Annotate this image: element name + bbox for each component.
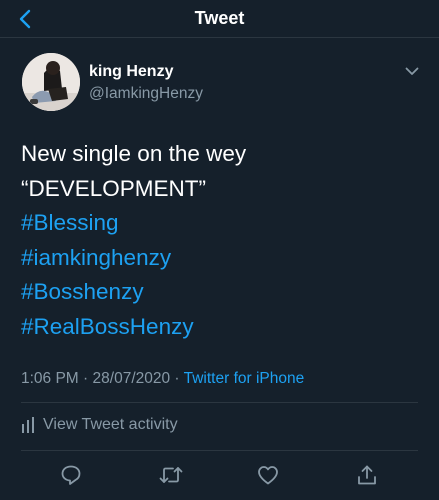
avatar[interactable] [22, 53, 80, 111]
author-name[interactable]: king Henzy [89, 62, 173, 81]
meta-separator: · [83, 370, 89, 387]
retweet-icon [159, 467, 183, 483]
hashtag-link[interactable]: #iamkinghenzy [21, 241, 421, 276]
meta-separator: · [174, 370, 180, 387]
tweet-date: 28/07/2020 [92, 370, 171, 387]
retweet-button[interactable] [158, 462, 184, 488]
reply-icon [61, 465, 81, 485]
tweet-source-link[interactable]: Twitter for iPhone [184, 370, 305, 387]
hashtag-link[interactable]: #RealBossHenzy [21, 310, 421, 345]
like-button[interactable] [255, 462, 281, 488]
top-bar: Tweet [0, 0, 439, 38]
tweet-text: New single on the wey “DEVELOPMENT” #Ble… [21, 137, 421, 344]
divider [21, 450, 418, 451]
tweet-time: 1:06 PM [21, 370, 79, 387]
hashtag-link[interactable]: #Bosshenzy [21, 275, 421, 310]
view-tweet-activity-label: View Tweet activity [43, 416, 178, 433]
heart-icon [258, 466, 278, 485]
author-handle[interactable]: @IamkingHenzy [89, 84, 203, 103]
share-icon [358, 465, 376, 485]
share-button[interactable] [354, 462, 380, 488]
view-tweet-activity-button[interactable]: View Tweet activity [21, 414, 178, 436]
tweet-line: “DEVELOPMENT” [21, 175, 207, 201]
tweet-line: New single on the wey [21, 141, 247, 166]
more-options-button[interactable] [402, 64, 422, 78]
tweet-meta: 1:06 PM · 28/07/2020 · Twitter for iPhon… [21, 369, 304, 389]
reply-button[interactable] [58, 462, 84, 488]
tweet-actions-bar [0, 460, 439, 492]
divider [21, 402, 418, 403]
bar-chart-icon [21, 417, 35, 433]
avatar-image [22, 53, 80, 111]
chevron-down-icon [405, 67, 419, 75]
page-title: Tweet [194, 8, 245, 28]
hashtag-link[interactable]: #Blessing [21, 206, 421, 241]
